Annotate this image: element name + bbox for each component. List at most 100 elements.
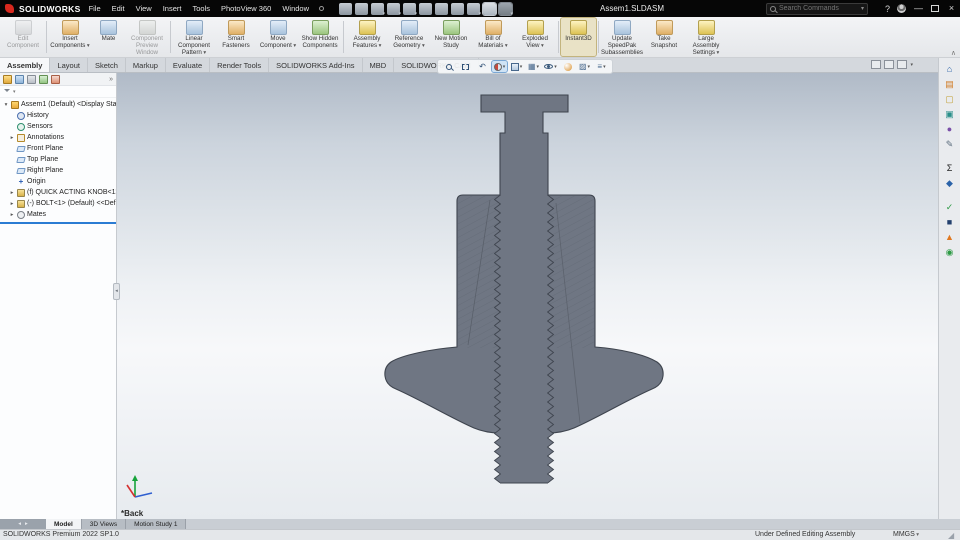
ribbon-button-exploded-view[interactable]: Exploded View <box>514 18 556 56</box>
tree-item-origin[interactable]: Origin <box>0 176 116 187</box>
file-properties-icon[interactable] <box>451 2 465 15</box>
command-search[interactable]: ▾ <box>766 2 868 15</box>
zoom-to-area-icon[interactable] <box>458 61 473 72</box>
new-document-icon[interactable] <box>339 2 353 15</box>
tree-item-history[interactable]: History <box>0 110 116 121</box>
close-window-icon[interactable] <box>897 60 908 69</box>
search-input[interactable] <box>779 5 858 12</box>
filter-funnel-icon[interactable] <box>4 88 10 95</box>
panel-tabs-overflow-icon[interactable]: » <box>109 76 113 83</box>
ribbon-button-bill-of-materials[interactable]: Bill of Materials <box>472 18 514 56</box>
ribbon-button-mate[interactable]: Mate <box>91 18 126 56</box>
tab-scroll-left-icon[interactable]: ◂ <box>18 521 21 527</box>
tab-render-tools[interactable]: Render Tools <box>210 58 270 72</box>
tab-solidworks-add-ins[interactable]: SOLIDWORKS Add-Ins <box>269 58 363 72</box>
tree-root-row[interactable]: ▾ Assem1 (Default) <Display State-1> <box>0 99 116 110</box>
tab-sketch[interactable]: Sketch <box>88 58 126 72</box>
equations-addin-icon[interactable]: Σ <box>943 162 957 174</box>
tree-item-right-plane[interactable]: Right Plane <box>0 165 116 176</box>
configurationmanager-tab-icon[interactable] <box>27 74 36 84</box>
3dexperience-addin-icon[interactable]: ■ <box>943 216 957 228</box>
ribbon-button-assembly-features[interactable]: Assembly Features <box>346 18 388 56</box>
dimxpertmanager-tab-icon[interactable] <box>39 74 48 84</box>
previous-view-icon[interactable]: ↶ <box>475 61 490 72</box>
custom-properties-icon[interactable]: ✎ <box>943 138 957 150</box>
solidworks-forum-icon[interactable]: ◆ <box>943 177 957 189</box>
chevron-down-icon[interactable]: ▾ <box>13 89 16 95</box>
help-icon[interactable]: ? <box>885 4 890 14</box>
section-view-icon[interactable]: ▾ <box>491 60 508 73</box>
tab-assembly[interactable]: Assembly <box>0 58 51 72</box>
ribbon-button-smart-fasteners[interactable]: Smart Fasteners <box>215 18 257 56</box>
tab-markup[interactable]: Markup <box>126 58 166 72</box>
undo-icon[interactable]: ▾ <box>403 2 417 17</box>
featuremanager-tab-icon[interactable] <box>3 74 12 84</box>
tab-evaluate[interactable]: Evaluate <box>166 58 211 72</box>
chevron-down-icon[interactable]: ▾ <box>910 62 913 68</box>
user-account-icon[interactable] <box>897 4 906 13</box>
expand-arrow-icon[interactable]: ▸ <box>9 135 15 141</box>
design-library-icon[interactable]: ▤ <box>943 78 957 90</box>
hide-show-items-icon[interactable]: ▾ <box>543 61 558 72</box>
propertymanager-tab-icon[interactable] <box>15 74 24 84</box>
ribbon-button-reference-geometry[interactable]: Reference Geometry <box>388 18 430 56</box>
file-explorer-icon[interactable]: ▢ <box>943 93 957 105</box>
tab-3d-views[interactable]: 3D Views <box>81 519 127 529</box>
menu-file[interactable]: File <box>86 4 104 13</box>
tree-item-sensors[interactable]: Sensors <box>0 121 116 132</box>
model-canvas[interactable] <box>0 73 938 519</box>
notifications-addin-icon[interactable]: ▲ <box>943 231 957 243</box>
menu-photoview360[interactable]: PhotoView 360 <box>218 4 274 13</box>
tree-item-annotations[interactable]: ▸ Annotations <box>0 132 116 143</box>
view-settings-icon[interactable]: ≡ ▾ <box>594 61 609 72</box>
displaymanager-tab-icon[interactable] <box>51 74 60 84</box>
print-icon[interactable]: ▾ <box>387 2 401 17</box>
edit-appearance-icon[interactable] <box>560 61 575 72</box>
tree-item-mates[interactable]: ▸ Mates <box>0 209 116 220</box>
minimize-button[interactable]: — <box>913 0 924 17</box>
ribbon-button-large-assembly-settings[interactable]: Large Assembly Settings <box>685 18 727 56</box>
menu-edit[interactable]: Edit <box>109 4 128 13</box>
ribbon-button-update-speedpak-subassemblies[interactable]: Update SpeedPak Subassemblies <box>601 18 643 56</box>
select-icon[interactable]: ▾ <box>482 1 498 17</box>
chevron-down-icon[interactable]: ▾ <box>861 5 864 12</box>
tree-item-top-plane[interactable]: Top Plane <box>0 154 116 165</box>
solidworks-resources-icon[interactable]: ⌂ <box>943 63 957 75</box>
tab-model[interactable]: Model <box>46 519 82 529</box>
ribbon-button-show-hidden-components[interactable]: Show Hidden Components <box>299 18 341 56</box>
panel-splitter-handle[interactable]: ◂ <box>113 283 120 300</box>
menu-tools[interactable]: Tools <box>189 4 213 13</box>
tab-motion-study-1[interactable]: Motion Study 1 <box>126 519 187 529</box>
rebuild-icon[interactable] <box>435 2 449 15</box>
tab-scroll-right-icon[interactable]: ▸ <box>25 521 28 527</box>
view-orientation-icon[interactable]: ▾ <box>509 61 524 72</box>
appearances-scenes-icon[interactable]: ● <box>943 123 957 135</box>
ribbon-button-take-snapshot[interactable]: Take Snapshot <box>643 18 685 56</box>
close-button[interactable]: × <box>946 0 957 17</box>
options-icon[interactable]: ▾ <box>467 2 481 17</box>
graphics-viewport[interactable]: *Back <box>0 73 938 519</box>
tree-item-bolt[interactable]: ▸ (-) BOLT<1> (Default) <<Default... <box>0 198 116 209</box>
expand-arrow-icon[interactable]: ▸ <box>9 212 15 218</box>
menu-view[interactable]: View <box>133 4 155 13</box>
expand-arrow-icon[interactable]: ▾ <box>3 102 9 108</box>
ribbon-button-instant3d[interactable]: Instant3D <box>560 17 597 57</box>
expand-arrow-icon[interactable]: ▸ <box>9 201 15 207</box>
tree-item-quick-acting-knob[interactable]: ▸ (f) QUICK ACTING KNOB<1> (Def... <box>0 187 116 198</box>
menu-pin-icon[interactable] <box>319 6 325 11</box>
minimize-window-icon[interactable] <box>884 60 895 69</box>
tree-split-bar[interactable] <box>0 222 116 224</box>
active-tool-icon[interactable]: ▾ <box>498 1 514 17</box>
view-palette-icon[interactable]: ▣ <box>943 108 957 120</box>
tab-mbd[interactable]: MBD <box>363 58 395 72</box>
ribbon-button-move-component[interactable]: Move Component <box>257 18 299 56</box>
maximize-button[interactable] <box>931 5 939 12</box>
design-checker-addin-icon[interactable]: ✓ <box>943 201 957 213</box>
restore-window-icon[interactable] <box>871 60 882 69</box>
ribbon-button-linear-component-pattern[interactable]: Linear Component Pattern <box>173 18 215 56</box>
menu-insert[interactable]: Insert <box>160 4 185 13</box>
zoom-fit-icon[interactable] <box>441 61 456 72</box>
open-document-icon[interactable] <box>355 2 369 15</box>
menu-window[interactable]: Window <box>279 4 312 13</box>
save-icon[interactable]: ▾ <box>371 2 385 17</box>
